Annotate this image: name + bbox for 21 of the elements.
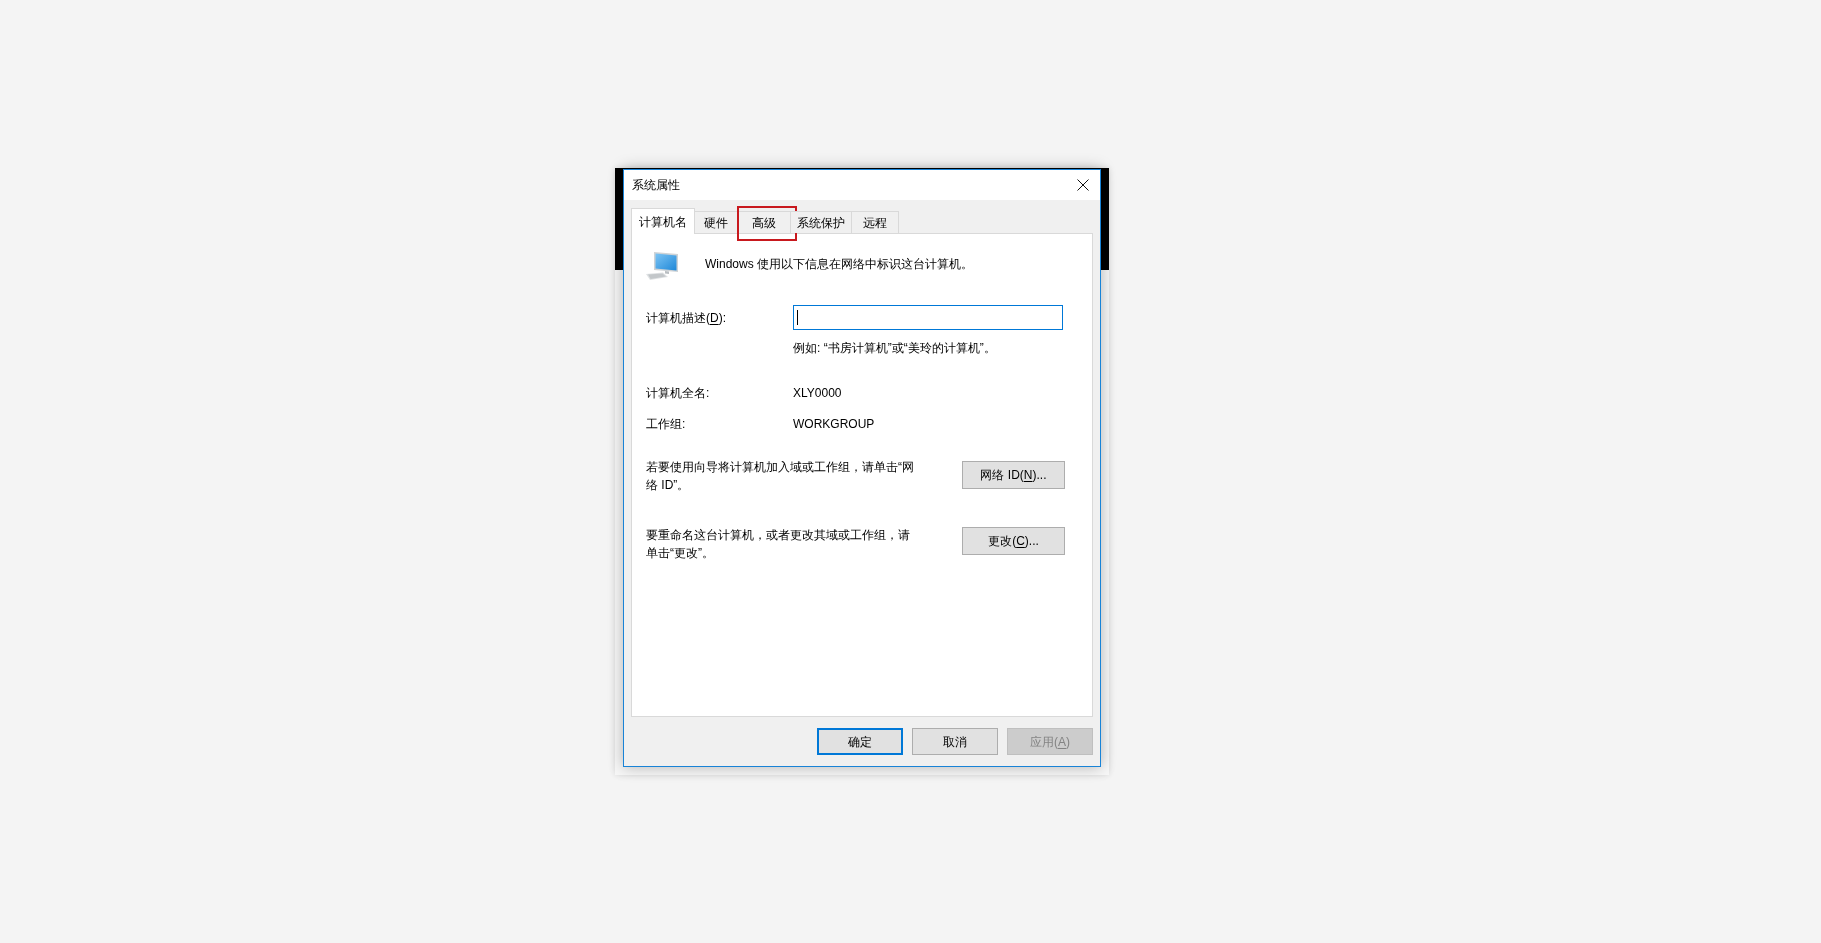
tab[interactable]: 系统保护 [790, 211, 852, 233]
tab[interactable]: 计算机名 [631, 208, 695, 234]
window-title: 系统属性 [632, 177, 680, 193]
dialog-button[interactable]: 取消 [912, 728, 998, 755]
description-field[interactable] [793, 305, 1063, 330]
instruction-text: 若要使用向导将计算机加入域或工作组，请单击“网络 ID”。 [646, 459, 915, 494]
computer-icon [646, 252, 678, 280]
action-button[interactable]: 网络 ID(N)... [962, 461, 1065, 489]
tab[interactable]: 远程 [851, 211, 899, 233]
instruction-text: 要重命名这台计算机，或者更改其域或工作组，请单击“更改”。 [646, 527, 911, 562]
info-label: 计算机全名: [646, 385, 711, 401]
dialog-button[interactable]: 确定 [817, 728, 903, 755]
text-cursor-icon [797, 310, 798, 325]
description-label: 计算机描述(D): [646, 309, 727, 326]
example-text: 例如: “书房计算机”或“美玲的计算机”。 [793, 340, 996, 356]
close-icon [1077, 179, 1089, 191]
info-value: XLY0000 [793, 385, 842, 401]
header-text: Windows 使用以下信息在网络中标识这台计算机。 [705, 255, 973, 272]
action-button[interactable]: 更改(C)... [962, 527, 1065, 555]
info-label: 工作组: [646, 416, 687, 432]
info-value: WORKGROUP [793, 416, 875, 432]
